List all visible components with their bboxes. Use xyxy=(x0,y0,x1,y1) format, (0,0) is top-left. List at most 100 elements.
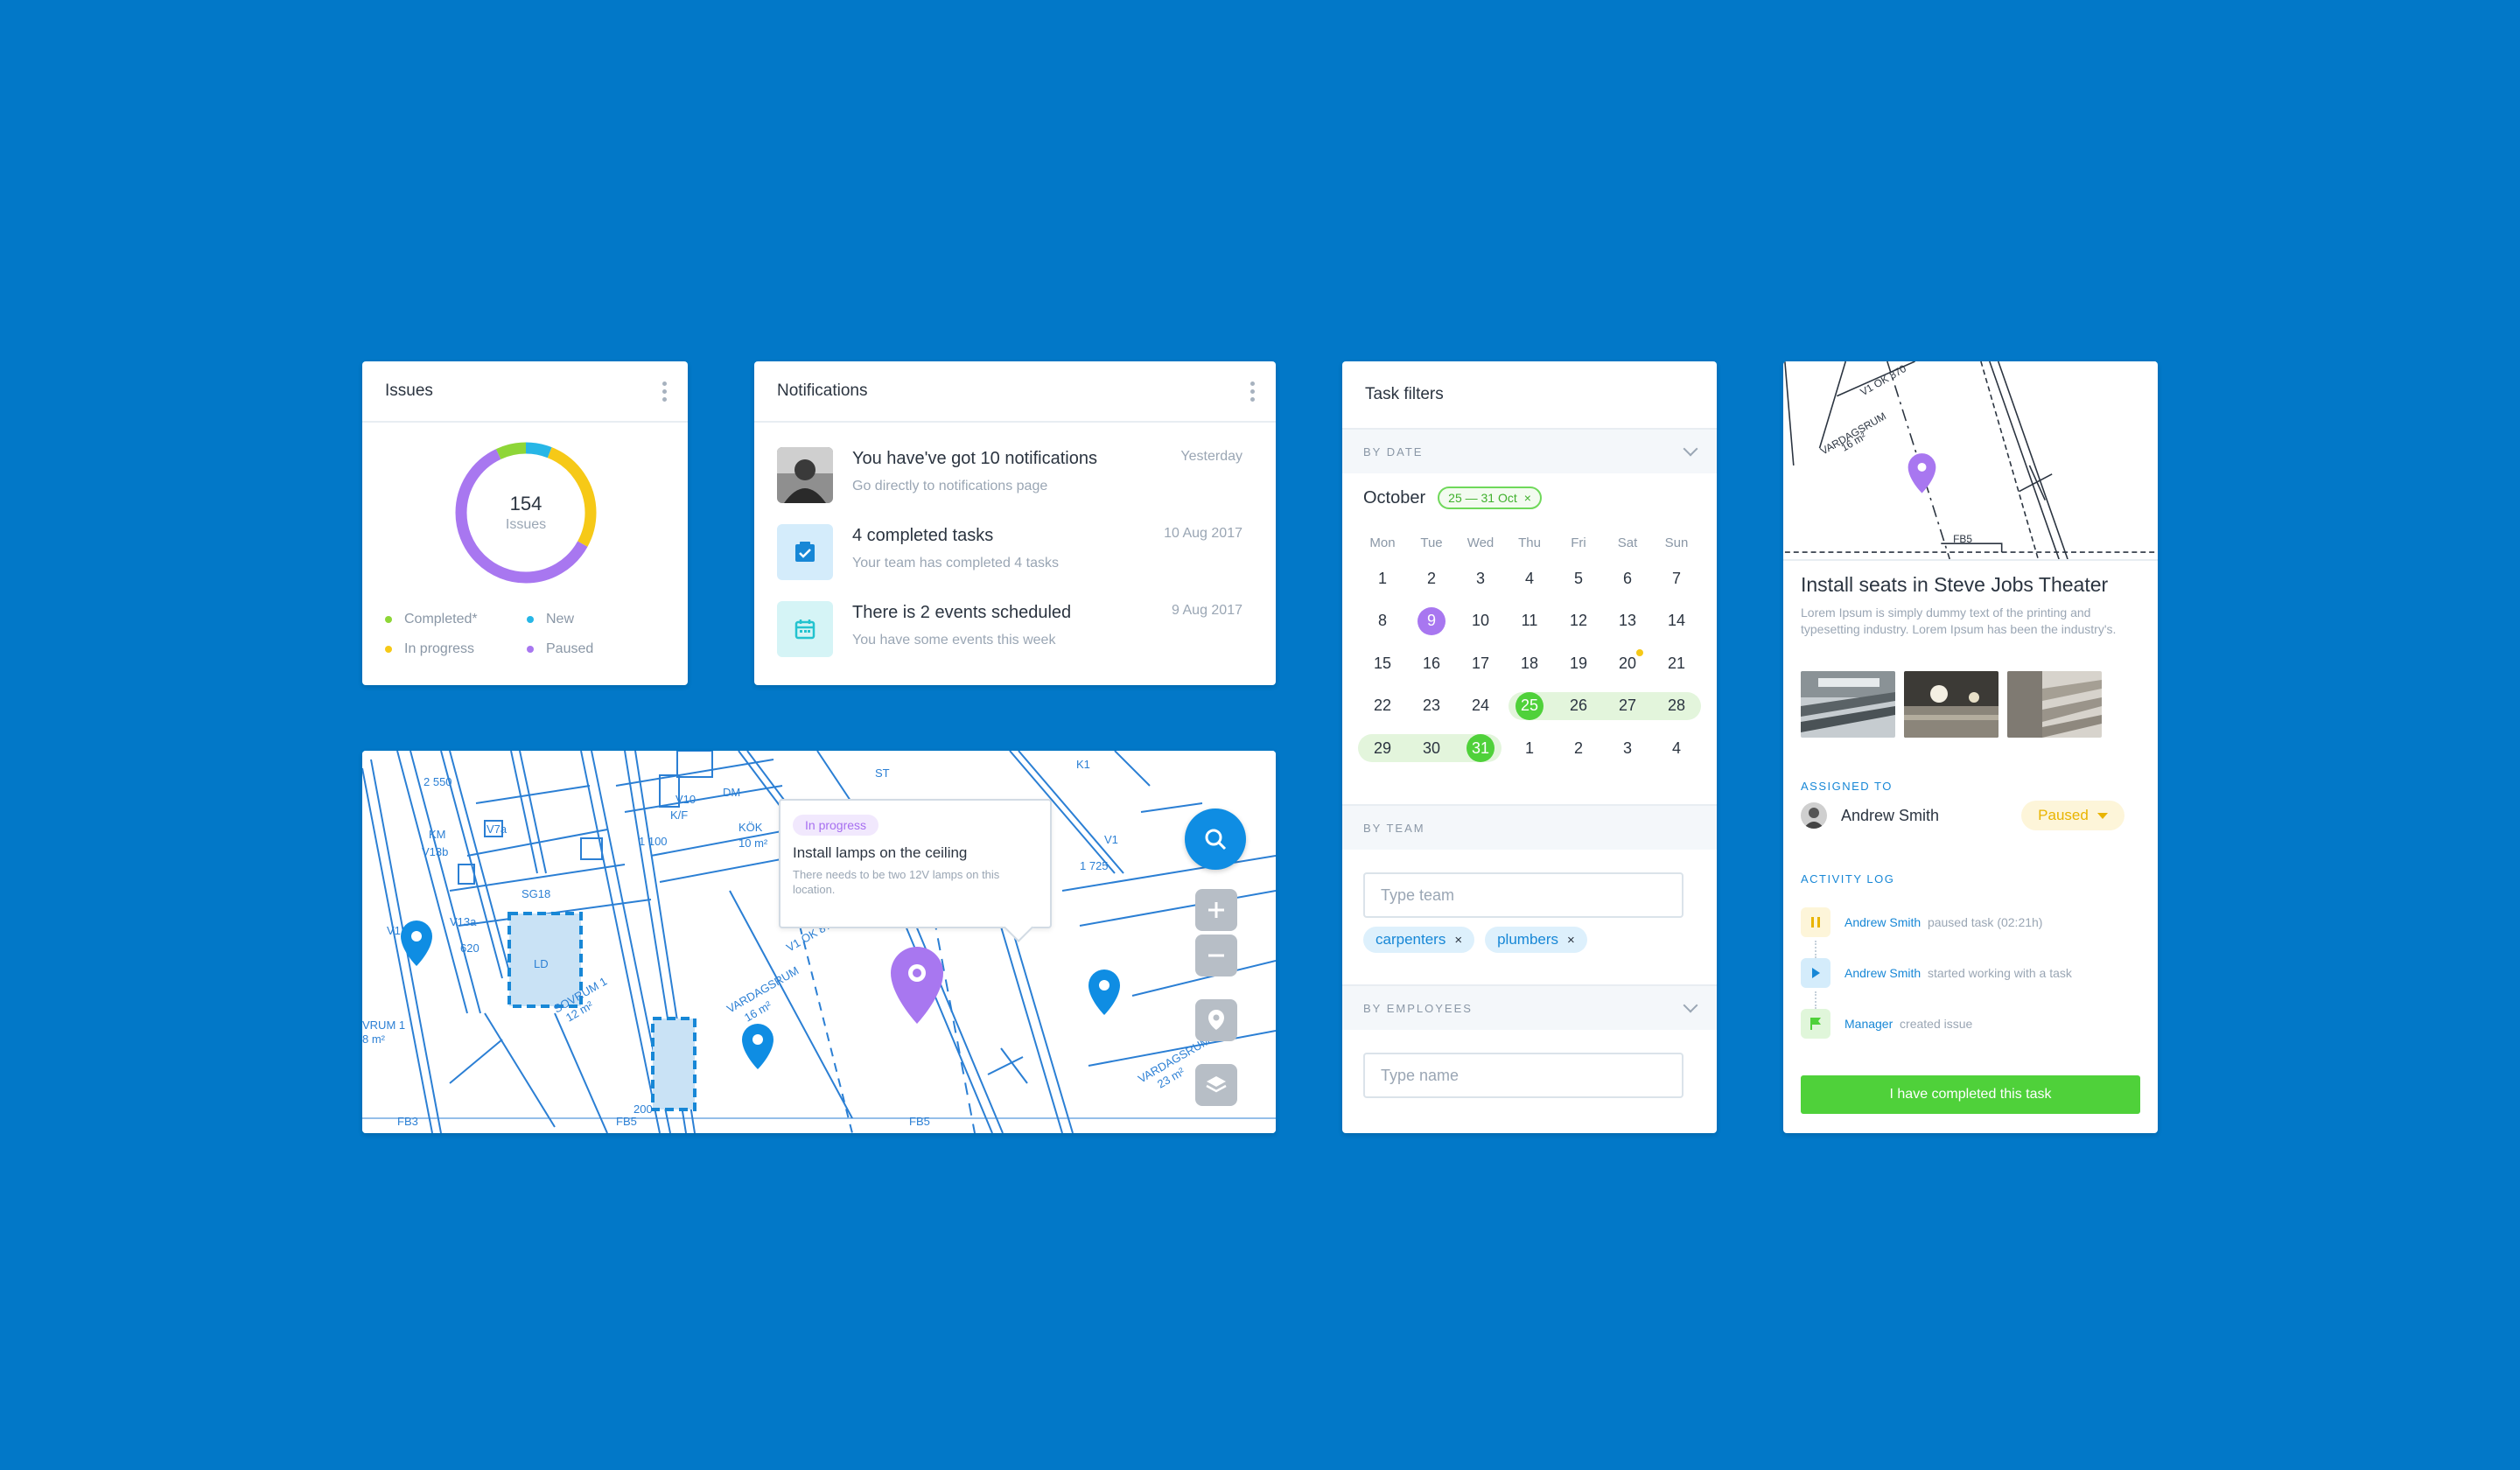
calendar-day[interactable]: 26 xyxy=(1554,696,1603,715)
issues-header: Issues xyxy=(362,361,688,423)
more-options-icon[interactable] xyxy=(662,380,667,403)
calendar-day[interactable]: 9 xyxy=(1407,606,1456,635)
task-detail-card: V1 OK 870 VARDAGSRUM 16 m² FB5 Install s… xyxy=(1783,361,2158,1133)
layers-button[interactable] xyxy=(1195,1064,1237,1106)
floorplan-map-card[interactable]: V1 LD SG18 KM V13b V13a V7a V10 K/F DM KÖK 10 m²… xyxy=(362,751,1276,1133)
minus-icon xyxy=(1208,954,1224,957)
locate-button[interactable] xyxy=(1195,999,1237,1041)
calendar-day[interactable]: 19 xyxy=(1554,654,1603,673)
close-icon[interactable]: × xyxy=(1524,491,1531,505)
chevron-down-icon[interactable] xyxy=(1683,998,1698,1013)
calendar-day[interactable]: 28 xyxy=(1652,696,1701,715)
date-range-chip[interactable]: 25 — 31 Oct × xyxy=(1438,486,1542,509)
log-user-link[interactable]: Andrew Smith xyxy=(1844,915,1921,929)
status-dropdown[interactable]: Paused xyxy=(2021,801,2124,830)
calendar-day[interactable]: 6 xyxy=(1603,570,1652,588)
calendar-day[interactable]: 2 xyxy=(1407,570,1456,588)
notification-item[interactable]: You have've got 10 notifications Go dire… xyxy=(777,447,1258,507)
by-date-label: BY DATE xyxy=(1363,444,1424,458)
svg-text:K/F: K/F xyxy=(670,808,688,822)
task-photo[interactable] xyxy=(2007,671,2102,738)
calendar-day[interactable]: 15 xyxy=(1358,654,1407,673)
calendar-day[interactable]: 14 xyxy=(1652,612,1701,630)
calendar-day[interactable]: 23 xyxy=(1407,696,1456,715)
calendar-day[interactable]: 31 xyxy=(1456,734,1505,763)
task-photos xyxy=(1801,671,2102,738)
calendar-day[interactable]: 8 xyxy=(1358,612,1407,630)
complete-task-button[interactable]: I have completed this task xyxy=(1801,1075,2140,1114)
notification-date: 9 Aug 2017 xyxy=(1172,603,1242,618)
by-date-section[interactable]: BY DATE xyxy=(1342,430,1717,473)
map-task-tooltip[interactable]: In progress Install lamps on the ceiling… xyxy=(779,799,1052,928)
calendar-day[interactable]: 3 xyxy=(1603,739,1652,758)
close-icon[interactable]: × xyxy=(1567,933,1575,948)
calendar-day[interactable]: 4 xyxy=(1652,739,1701,758)
svg-text:ST: ST xyxy=(875,766,890,780)
svg-text:FB5: FB5 xyxy=(909,1115,930,1128)
calendar-day[interactable]: 30 xyxy=(1407,739,1456,758)
issues-legend: Completed* New In progress Paused xyxy=(385,612,674,657)
log-user-link[interactable]: Andrew Smith xyxy=(1844,966,1921,980)
calendar-month: October xyxy=(1363,487,1426,508)
calendar-day[interactable]: 1 xyxy=(1505,739,1554,758)
issues-donut-chart: 154 Issues xyxy=(452,438,600,587)
task-photo[interactable] xyxy=(1904,671,1998,738)
calendar-day[interactable]: 25 xyxy=(1505,691,1554,720)
notification-date: 10 Aug 2017 xyxy=(1164,526,1242,541)
calendar-day[interactable]: 2 xyxy=(1554,739,1603,758)
log-text: paused task (02:21h) xyxy=(1927,915,2043,929)
calendar-day[interactable]: 13 xyxy=(1603,612,1652,630)
calendar-day[interactable]: 10 xyxy=(1456,612,1505,630)
calendar-day[interactable]: 20 xyxy=(1603,648,1652,673)
calendar-week: 22 23 24 25 26 27 28 xyxy=(1358,685,1701,728)
notification-item[interactable]: There is 2 events scheduled You have som… xyxy=(777,601,1258,661)
calendar-day[interactable]: 22 xyxy=(1358,696,1407,715)
issues-total: 154 xyxy=(509,493,542,514)
calendar-day[interactable]: 29 xyxy=(1358,739,1407,758)
by-team-section[interactable]: BY TEAM xyxy=(1342,806,1717,850)
notifications-header: Notifications xyxy=(754,361,1276,423)
calendar-day[interactable]: 16 xyxy=(1407,654,1456,673)
issues-title: Issues xyxy=(385,382,433,400)
calendar-day[interactable]: 12 xyxy=(1554,612,1603,630)
check-square-icon xyxy=(777,524,833,580)
calendar-day[interactable]: 27 xyxy=(1603,696,1652,715)
task-photo[interactable] xyxy=(1801,671,1895,738)
by-employees-section[interactable]: BY EMPLOYEES xyxy=(1342,986,1717,1030)
calendar-day[interactable]: 11 xyxy=(1505,612,1554,630)
legend-item-in-progress: In progress xyxy=(385,641,527,657)
legend-item-new: New xyxy=(527,612,668,627)
calendar-day[interactable]: 7 xyxy=(1652,570,1701,588)
team-input[interactable] xyxy=(1363,872,1684,918)
calendar-day[interactable]: 17 xyxy=(1456,654,1505,673)
calendar-day[interactable]: 18 xyxy=(1505,654,1554,673)
filters-header: Task filters xyxy=(1342,361,1717,430)
layers-icon xyxy=(1206,1076,1227,1093)
notification-subtitle: You have some events this week xyxy=(852,633,1056,648)
map-search-button[interactable] xyxy=(1185,808,1246,870)
zoom-in-button[interactable] xyxy=(1195,889,1237,931)
by-team-label: BY TEAM xyxy=(1363,821,1425,835)
more-options-icon[interactable] xyxy=(1250,380,1255,403)
calendar-day[interactable]: 3 xyxy=(1456,570,1505,588)
team-chip[interactable]: plumbers × xyxy=(1485,927,1587,953)
zoom-out-button[interactable] xyxy=(1195,934,1237,976)
notification-title: You have've got 10 notifications xyxy=(852,449,1097,468)
calendar-day[interactable]: 5 xyxy=(1554,570,1603,588)
team-chip[interactable]: carpenters × xyxy=(1363,927,1475,953)
close-icon[interactable]: × xyxy=(1454,933,1462,948)
notifications-card: Notifications You have've got 10 notific… xyxy=(754,361,1276,685)
calendar-day[interactable]: 1 xyxy=(1358,570,1407,588)
plus-icon xyxy=(1208,902,1224,918)
notification-item[interactable]: 4 completed tasks Your team has complete… xyxy=(777,524,1258,584)
calendar-day[interactable]: 21 xyxy=(1652,654,1701,673)
calendar-day[interactable]: 4 xyxy=(1505,570,1554,588)
calendar-day[interactable]: 24 xyxy=(1456,696,1505,715)
task-location-map[interactable]: V1 OK 870 VARDAGSRUM 16 m² FB5 xyxy=(1783,361,2158,561)
activity-log-item: Andrew Smith started working with a task xyxy=(1801,958,2072,988)
svg-text:620: 620 xyxy=(460,942,480,955)
map-label: FB5 xyxy=(1953,533,1972,545)
log-user-link[interactable]: Manager xyxy=(1844,1017,1893,1031)
employee-input[interactable] xyxy=(1363,1053,1684,1098)
chevron-down-icon[interactable] xyxy=(1683,441,1698,457)
